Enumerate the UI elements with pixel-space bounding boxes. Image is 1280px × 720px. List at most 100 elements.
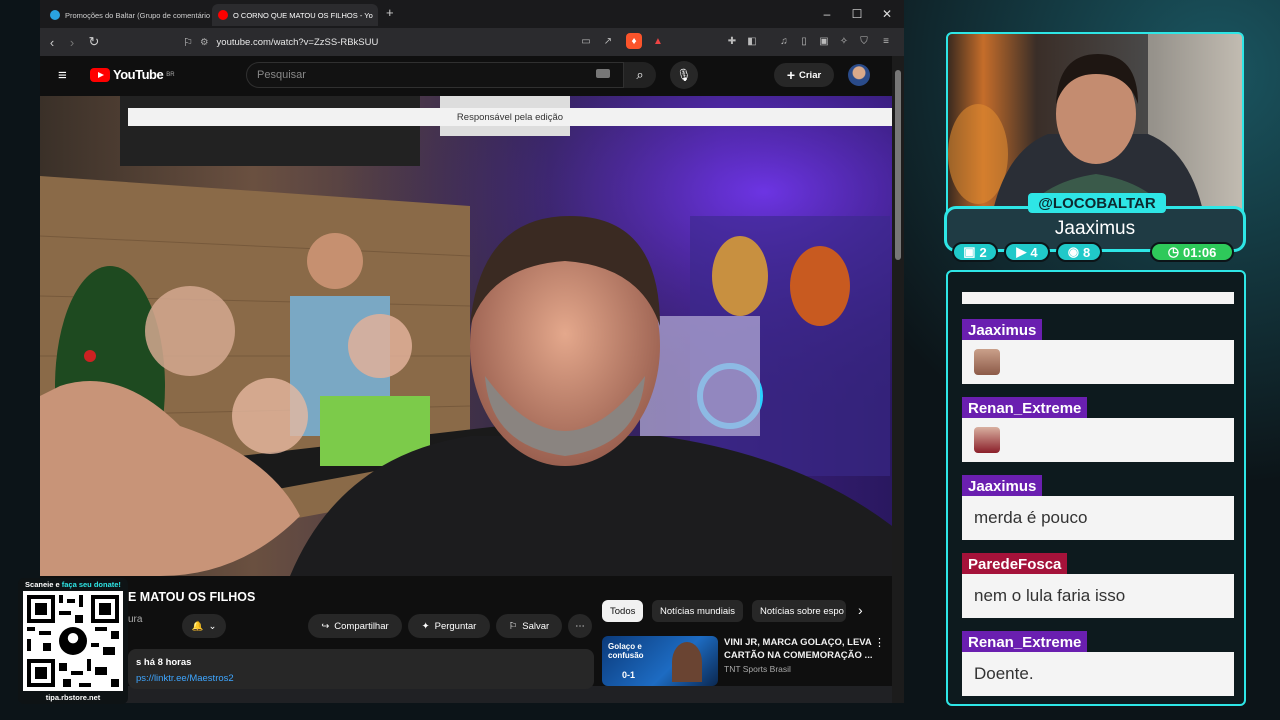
telegram-icon [50,10,60,20]
twitch-icon: ▣ [963,244,976,259]
chat-message [962,340,1234,384]
browser-window: Promoções do Baltar (Grupo de comentário… [40,0,904,703]
chat-message: Doente. [962,652,1234,696]
chat-message: nem o lula faria isso [962,574,1234,618]
share-icon[interactable]: ↗ [600,33,616,49]
forward-icon[interactable]: › [62,32,82,52]
chat-username: Renan_Extreme [962,397,1088,419]
menu-icon[interactable]: ≡ [878,33,894,49]
donate-qr-card: Scaneie e faça seu donate! tipa.rbstore.… [18,578,128,704]
stat-timer: ◷ 01:06 [1150,242,1234,262]
notifications-button[interactable]: 🔔 ⌄ [182,614,226,638]
tab-strip: Promoções do Baltar (Grupo de comentário… [40,0,904,28]
sparkle-icon: ✦ [421,620,430,632]
search-icon: ⌕ [636,67,644,82]
create-button[interactable]: + Criar [774,63,834,87]
youtube-tab-icon [218,10,228,20]
share-button[interactable]: ↪ Compartilhar [308,614,402,638]
recommended-thumbnail[interactable]: Golaço e confusão 0-1 [602,636,718,686]
search-button[interactable]: ⌕ [624,62,656,88]
ask-button[interactable]: ✦ Perguntar [408,614,490,638]
chat-message-partial [962,292,1234,304]
chat-username: ParedeFosca [962,553,1068,575]
video-title: E MATOU OS FILHOS [128,590,256,604]
chip-noticias-esportes[interactable]: Notícias sobre espo [752,600,846,622]
player-image [672,642,702,682]
video-info-area: E MATOU OS FILHOS ura 🔔 ⌄ ↪ Compartilhar ✦… [40,576,892,689]
chip-noticias-mundiais[interactable]: Notícias mundiais [652,600,743,622]
more-vert-icon[interactable]: ⋮ [874,636,885,649]
vpn-icon[interactable]: ⛉ [856,33,872,49]
channel-name[interactable]: ura [128,614,142,625]
chevron-right-icon[interactable]: › [858,602,863,618]
kick-icon: ◉ [1067,244,1080,259]
chip-todos[interactable]: Todos [602,600,644,622]
address-bar: ‹ › ↻ ⚐ ⚙ youtube.com/watch?v=ZzSS-RBkSU… [40,28,904,56]
clock-icon: ◷ [1167,244,1180,259]
recommended-title[interactable]: VINI JR, MARCA GOLAÇO, LEVA CARTÃO NA CO… [724,636,874,662]
scrollbar[interactable] [892,56,904,703]
emote-image [974,427,1000,453]
brave-rewards-icon[interactable]: ▲ [650,33,666,49]
hamburger-menu-icon[interactable]: ≡ [58,67,67,84]
status-bar: Responsável pela edição [128,108,892,126]
maximize-icon[interactable]: ☐ [842,4,872,24]
stat-kick: ◉ 8 [1056,242,1102,262]
video-player[interactable] [40,96,892,576]
viewer-name: Jaaximus [1054,218,1136,239]
bell-icon: 🔔 [191,620,204,632]
plus-icon: + [786,67,795,83]
site-settings-icon: ⚙ [200,36,209,48]
share-icon: ↪ [321,620,330,632]
voice-search-button[interactable]: 🎙 [670,61,698,89]
qr-url: tipa.rbstore.net [45,693,101,702]
sidebar-icon[interactable]: ▯ [796,33,812,49]
stat-youtube: ▶ 4 [1004,242,1050,262]
tab-video[interactable]: O CORNO QUE MATOU OS FILHOS - Yo ✕ [212,4,378,26]
streamer-handle: @LOCOBALTAR [1028,193,1166,213]
more-icon: ⋯ [575,620,585,632]
chat-username: Jaaximus [962,319,1043,341]
more-actions-button[interactable]: ⋯ [568,614,592,638]
chat-message [962,418,1234,462]
bookmark-icon: ⚐ [508,620,518,632]
avatar[interactable] [848,64,870,86]
wallet-icon[interactable]: ▣ [816,33,832,49]
close-window-icon[interactable]: ✕ [872,4,902,24]
video-frame [40,96,892,576]
stat-twitch: ▣ 2 [952,242,998,262]
qr-code [23,591,123,691]
youtube-header: ≡ YouTube BR Pesquisar ⌕ 🎙 + Criar [40,56,896,96]
microphone-icon: 🎙 [676,68,692,82]
brave-shield-icon[interactable]: ♦ [626,33,642,49]
youtube-logo[interactable]: YouTube BR [90,67,175,82]
extensions-icon[interactable]: ✚ [724,33,740,49]
description-link[interactable]: ps://linktr.ee/Maestros2 [136,673,234,684]
reload-icon[interactable]: ↻ [84,32,104,52]
youtube-play-icon [90,67,110,82]
bookmark-icon[interactable]: ⚐ [178,32,198,52]
emote-image [974,349,1000,375]
back-icon[interactable]: ‹ [42,32,62,52]
youtube-icon: ▶ [1016,244,1027,259]
screenshot-icon[interactable]: ◧ [744,33,760,49]
url-field[interactable]: ⚙ youtube.com/watch?v=ZzSS-RBkSUU [200,33,690,51]
tab-promocoes[interactable]: Promoções do Baltar (Grupo de comentário… [44,4,210,26]
qr-caption: Scaneie e faça seu donate! [25,580,121,589]
save-button[interactable]: ⚐ Salvar [496,614,562,638]
new-tab-button[interactable]: + [386,5,394,20]
chat-username: Renan_Extreme [962,631,1088,653]
music-icon[interactable]: ♫ [776,33,792,49]
scrollbar-thumb[interactable] [895,70,901,260]
keyboard-icon[interactable] [596,69,610,78]
leo-icon[interactable]: ✧ [836,33,852,49]
chat-panel: Jaaximus Renan_Extreme Jaaximus merda é … [946,270,1246,706]
search-input[interactable]: Pesquisar [246,62,624,88]
chat-message: merda é pouco [962,496,1234,540]
description-box[interactable]: s há 8 horas ps://linktr.ee/Maestros2 [128,649,594,689]
wall-frame [120,96,420,166]
chevron-down-icon: ⌄ [208,620,217,632]
recommended-channel[interactable]: TNT Sports Brasil [724,664,791,674]
minimize-icon[interactable]: – [812,4,842,24]
cast-icon[interactable]: ▭ [578,33,594,49]
